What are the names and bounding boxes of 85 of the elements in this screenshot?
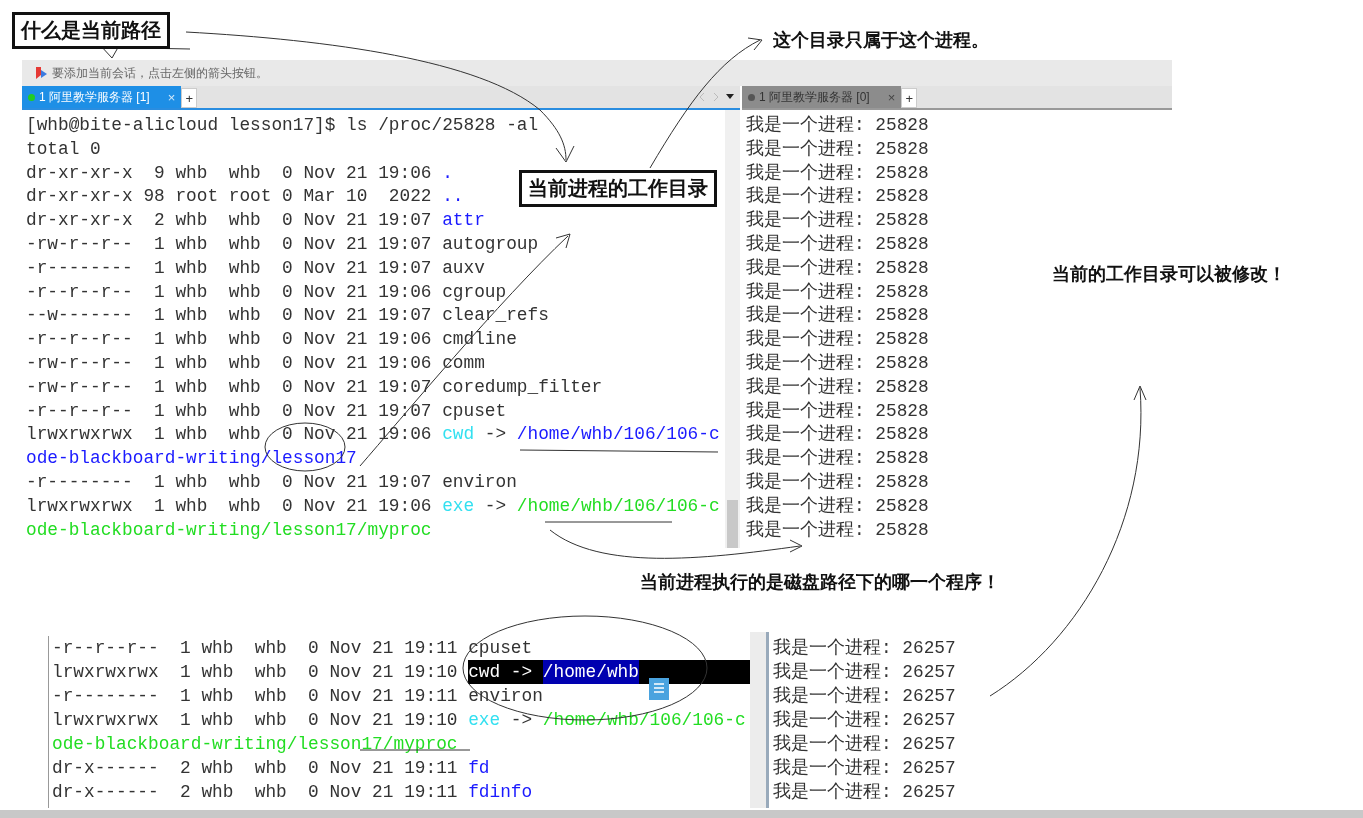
terminal-text: [whb@bite-alicloud lesson17]$ ls /proc/25828 -al [26,114,539,137]
terminal-text: 我是一个进程: 26257 [773,685,956,708]
terminal-text: 我是一个进程: 25828 [746,280,929,304]
scrollbar[interactable] [725,110,740,548]
terminal-text: 我是一个进程: 25828 [746,328,929,352]
terminal-text: dr-x------ 2 whb whb 0 Nov 21 19:11 [52,781,459,804]
terminal-text: -rw-r--r-- 1 whb whb 0 Nov 21 19:07 coredump_filter [26,375,603,399]
terminal-text: 我是一个进程: 25828 [746,137,929,161]
terminal-text: -> [509,709,534,732]
terminal-text: -rw-r--r-- 1 whb whb 0 Nov 21 19:07 autogroup [26,233,539,256]
session-tab[interactable]: 1 阿里教学服务器 [0] × [742,86,902,108]
dropdown-caret-icon[interactable] [726,94,734,100]
terminal-text: 我是一个进程: 26257 [773,661,956,684]
terminal-text: 我是一个进程: 26257 [773,781,956,804]
terminal-text: 我是一个进程: 25828 [746,209,929,233]
status-dot-icon [28,93,35,101]
close-tab-icon[interactable]: × [167,89,176,105]
new-tab-button[interactable]: + [181,88,198,108]
terminal-text: lrwxrwxrwx 1 whb whb 0 Nov 21 19:10 [52,661,459,684]
terminal-text: ode-blackboard-writing/lesson17/myproc [26,518,432,542]
terminal-text: 我是一个进程: 25828 [746,470,929,494]
terminal-text: /home/whb/106/106-c [542,709,746,732]
close-tab-icon[interactable]: × [887,89,896,105]
terminal-text: dr-xr-xr-x 2 whb whb 0 Nov 21 19:07 [26,209,433,233]
hint-text: 要添加当前会话，点击左侧的箭头按钮。 [52,64,268,82]
callout-label: 当前进程的工作目录 [519,170,717,207]
terminal-text: 我是一个进程: 26257 [773,637,956,660]
terminal-text: -> [483,494,508,518]
terminal-text: -r--r--r-- 1 whb whb 0 Nov 21 19:11 cpuset [52,637,533,660]
terminal-text: .. [442,185,464,209]
terminal-text: total 0 [26,137,101,161]
terminal-text: 我是一个进程: 25828 [746,304,929,328]
terminal-text: -> [483,423,508,447]
terminal-text: dr-x------ 2 whb whb 0 Nov 21 19:11 [52,757,459,780]
terminal-text: -r--r--r-- 1 whb whb 0 Nov 21 19:07 cpuset [26,399,507,423]
terminal-text: 我是一个进程: 25828 [746,423,929,447]
terminal-text: 我是一个进程: 25828 [746,494,929,518]
document-icon [649,678,669,700]
callout-label: 什么是当前路径 [12,12,170,49]
terminal-text: lrwxrwxrwx 1 whb whb 0 Nov 21 19:10 [52,709,459,732]
terminal-text: 我是一个进程: 26257 [773,757,956,780]
terminal-text: -r--r--r-- 1 whb whb 0 Nov 21 19:06 cgroup [26,280,507,304]
new-tab-button[interactable]: + [901,88,918,108]
annotation-text: 当前的工作目录可以被修改！ [1052,262,1286,286]
tab-scroll-arrows-icon[interactable] [698,92,720,102]
terminal-text: -r--r--r-- 1 whb whb 0 Nov 21 19:06 cmdline [26,328,517,352]
terminal-text: 我是一个进程: 25828 [746,256,929,280]
terminal-text: -r-------- 1 whb whb 0 Nov 21 19:07 environ [26,470,517,494]
terminal-text: exe [442,494,475,518]
terminal-text: -rw-r--r-- 1 whb whb 0 Nov 21 19:06 comm [26,351,485,375]
annotation-text: 这个目录只属于这个进程。 [773,28,989,52]
terminal-text: 我是一个进程: 25828 [746,161,929,185]
terminal-text: ode-blackboard-writing/lesson17 [26,447,357,471]
terminal-text: cwd [442,423,475,447]
terminal-text: dr-xr-xr-x 98 root root 0 Mar 10 2022 [26,185,433,209]
flag-icon [34,66,48,80]
terminal-text: -> [500,660,543,684]
terminal-text: . [442,161,453,185]
terminal-text: 我是一个进程: 25828 [746,114,929,137]
terminal-text: /home/whb/106/106-c [516,494,720,518]
terminal-text: ode-blackboard-writing/lesson17/myproc [52,733,458,756]
terminal-text: 我是一个进程: 26257 [773,733,956,756]
terminal-text: fd [468,757,490,780]
terminal-text: 我是一个进程: 25828 [746,375,929,399]
terminal-text: 我是一个进程: 25828 [746,399,929,423]
terminal-text: 我是一个进程: 25828 [746,185,929,209]
terminal-text: lrwxrwxrwx 1 whb whb 0 Nov 21 19:06 [26,423,433,447]
terminal-text: 我是一个进程: 25828 [746,518,929,542]
terminal-text: /home/whb/106/106-c [516,423,720,447]
terminal-text: cwd [468,660,501,684]
terminal-text: exe [468,709,501,732]
terminal-text: /home/whb [542,660,639,684]
terminal-text: dr-xr-xr-x 9 whb whb 0 Nov 21 19:06 [26,161,433,185]
status-dot-icon [748,93,755,101]
terminal-text: attr [442,209,485,233]
terminal-text: 我是一个进程: 26257 [773,709,956,732]
terminal-text: -r-------- 1 whb whb 0 Nov 21 19:07 auxv [26,256,485,280]
annotation-text: 当前进程执行的是磁盘路径下的哪一个程序！ [640,570,1000,594]
session-tab[interactable]: 1 阿里教学服务器 [1] × [22,86,182,108]
terminal-text: lrwxrwxrwx 1 whb whb 0 Nov 21 19:06 [26,494,433,518]
terminal-text: 我是一个进程: 25828 [746,233,929,256]
terminal-text: 我是一个进程: 25828 [746,351,929,375]
terminal-text: fdinfo [468,781,533,804]
scrollbar[interactable] [750,632,769,808]
terminal-text: 我是一个进程: 25828 [746,447,929,471]
